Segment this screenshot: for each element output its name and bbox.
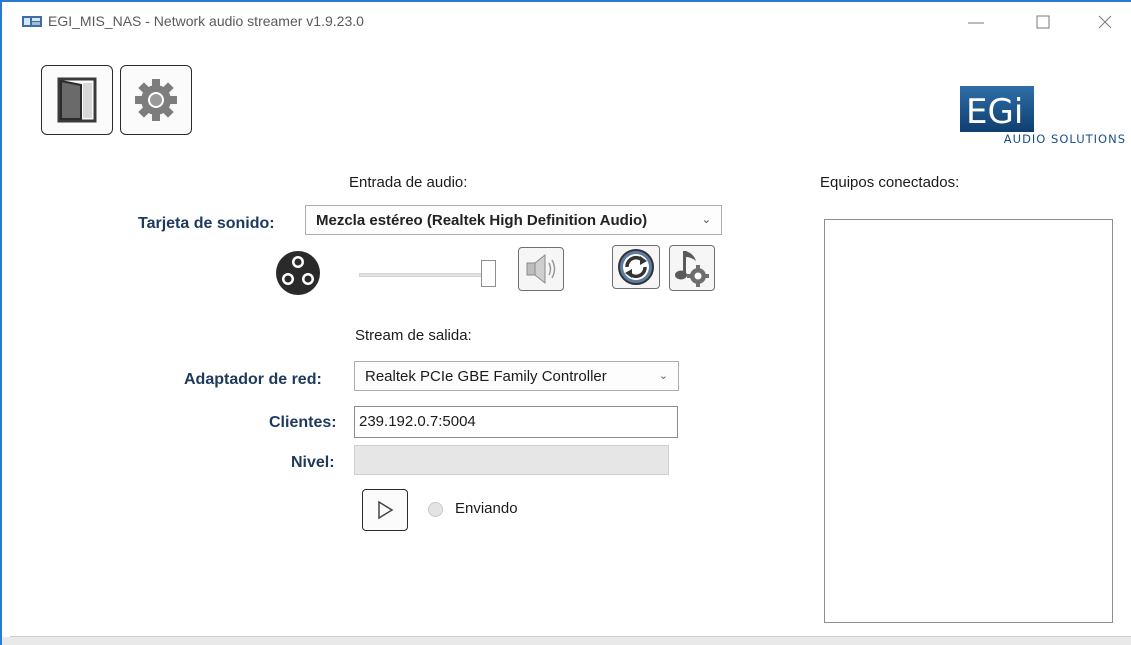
play-icon — [378, 500, 394, 520]
level-meter — [354, 445, 669, 475]
maximize-button[interactable] — [1015, 8, 1061, 36]
window-bottom-edge — [2, 637, 1131, 645]
gear-icon — [135, 79, 177, 121]
network-adapter-select[interactable]: Realtek PCIe GBE Family Controller ⌄ — [354, 361, 679, 391]
minimize-icon — [968, 22, 984, 24]
sending-indicator — [428, 502, 443, 517]
music-gear-icon — [675, 251, 709, 287]
window-title: EGI_MIS_NAS - Network audio streamer v1.… — [48, 13, 364, 29]
toolbar: EGi AUDIO SOLUTIONS — [2, 38, 1131, 158]
minimize-button[interactable] — [955, 8, 1001, 36]
refresh-button[interactable] — [612, 245, 660, 289]
refresh-icon — [618, 249, 654, 285]
volume-slider-thumb[interactable] — [481, 260, 496, 287]
app-window: EGI_MIS_NAS - Network audio streamer v1.… — [0, 0, 1131, 645]
egi-logo: EGi AUDIO SOLUTIONS — [946, 86, 1126, 152]
network-adapter-value: Realtek PCIe GBE Family Controller — [365, 368, 607, 385]
close-icon — [1098, 15, 1112, 29]
clients-label: Clientes: — [269, 414, 337, 431]
sound-card-value: Mezcla estéreo (Realtek High Definition … — [316, 212, 648, 229]
obs-icon — [276, 251, 320, 295]
connected-devices-list[interactable] — [824, 219, 1113, 623]
speaker-icon — [526, 253, 556, 285]
play-button[interactable] — [362, 489, 408, 531]
sending-label: Enviando — [455, 500, 518, 517]
output-stream-title: Stream de salida: — [355, 327, 472, 344]
sound-card-select[interactable]: Mezcla estéreo (Realtek High Definition … — [305, 205, 722, 235]
door-exit-icon — [57, 77, 97, 123]
mute-button[interactable] — [518, 247, 564, 291]
maximize-icon — [1036, 15, 1050, 29]
app-icon — [22, 16, 42, 27]
audio-settings-button[interactable] — [669, 245, 715, 291]
audio-input-title: Entrada de audio: — [349, 174, 468, 191]
svg-text:EGi: EGi — [966, 92, 1023, 132]
network-adapter-label: Adaptador de red: — [184, 371, 322, 388]
sound-card-label: Tarjeta de sonido: — [138, 215, 275, 232]
logo-tagline: AUDIO SOLUTIONS — [1003, 132, 1126, 146]
chevron-down-icon: ⌄ — [658, 370, 668, 382]
chevron-down-icon: ⌄ — [701, 214, 711, 226]
connected-devices-title: Equipos conectados: — [820, 174, 960, 191]
level-label: Nivel: — [291, 454, 335, 471]
volume-slider[interactable] — [359, 273, 485, 277]
settings-button[interactable] — [120, 65, 192, 135]
close-button[interactable] — [1077, 8, 1123, 36]
logo-mark: EGi — [960, 86, 1034, 132]
clients-input[interactable]: 239.192.0.7:5004 — [354, 406, 678, 438]
exit-button[interactable] — [41, 65, 113, 135]
title-bar: EGI_MIS_NAS - Network audio streamer v1.… — [2, 2, 1131, 38]
